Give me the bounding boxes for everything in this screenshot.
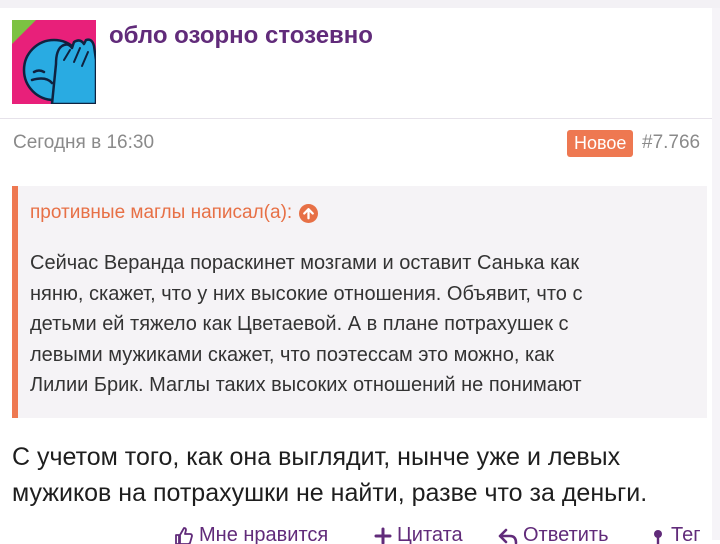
quote-author-label: противные маглы написал(а): xyxy=(30,202,292,224)
like-button[interactable]: Мне нравится xyxy=(174,524,328,544)
quote-block: противные маглы написал(а): Сейчас Веран… xyxy=(12,186,707,418)
quote-line: детьми ей тяжело как Цветаевой. А в план… xyxy=(30,309,700,340)
quote-button[interactable]: Цитата xyxy=(374,524,463,544)
header-divider xyxy=(0,118,712,119)
post-body-line: С учетом того, как она выглядит, нынче у… xyxy=(12,439,712,475)
reply-label: Ответить xyxy=(523,524,609,544)
quote-source-link[interactable]: противные маглы написал(а): xyxy=(30,202,318,224)
post-timestamp: Сегодня в 16:30 xyxy=(13,132,154,154)
new-badge: Новое xyxy=(567,130,633,157)
post-author-name[interactable]: обло озорно стозевно xyxy=(109,22,373,50)
top-strip xyxy=(0,0,720,8)
tag-icon xyxy=(650,526,666,544)
post-body-text: С учетом того, как она выглядит, нынче у… xyxy=(12,439,712,511)
quote-line: Сейчас Веранда пораскинет мозгами и оста… xyxy=(30,248,700,279)
quote-line: левыми мужиками скажет, что поэтессам эт… xyxy=(30,340,700,371)
plus-icon xyxy=(374,526,392,544)
post-body-line: мужиков на потрахушки не найти, разве чт… xyxy=(12,475,712,511)
quote-text: Сейчас Веранда пораскинет мозгами и оста… xyxy=(30,248,700,401)
facepalm-avatar-icon xyxy=(12,20,96,104)
arrow-up-circle-icon xyxy=(299,204,318,223)
quote-label: Цитата xyxy=(397,524,463,544)
post-number-link[interactable]: #7.766 xyxy=(642,132,700,154)
quote-line: няню, скажет, что у них высокие отношени… xyxy=(30,279,700,310)
post-actions-bar: Мне нравится Цитата Ответить Тег xyxy=(0,524,720,544)
quote-line: Лилии Брик. Маглы таких высоких отношени… xyxy=(30,370,700,401)
reply-arrow-icon xyxy=(498,526,518,544)
user-avatar[interactable] xyxy=(12,20,96,104)
reply-button[interactable]: Ответить xyxy=(498,524,609,544)
thumbs-up-icon xyxy=(174,526,194,544)
scrollbar-track[interactable] xyxy=(712,8,720,540)
tag-label: Тег xyxy=(671,524,701,544)
like-label: Мне нравится xyxy=(199,524,328,544)
tag-button[interactable]: Тег xyxy=(650,524,701,544)
